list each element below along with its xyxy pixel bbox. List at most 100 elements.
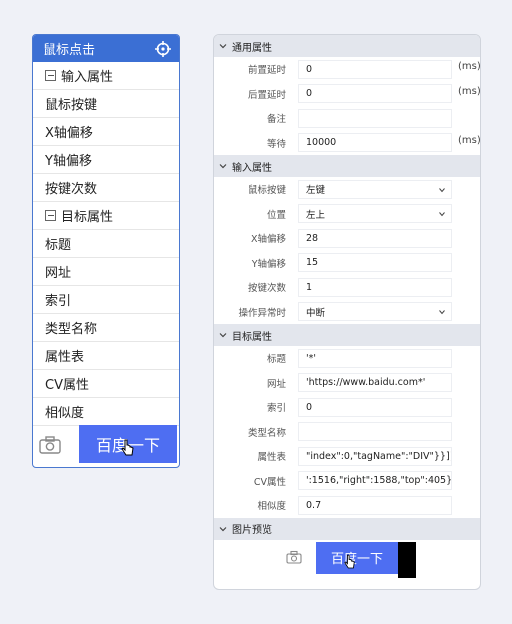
property-value: 左上	[306, 209, 326, 221]
property-value: "index":0,"tagName":"DIV"}}]}	[306, 450, 452, 462]
unit-label: (ms)	[458, 61, 481, 72]
node-group-row[interactable]: 目标属性	[33, 202, 179, 230]
property-row: 位置 左上	[214, 202, 480, 227]
crosshair-icon[interactable]	[155, 40, 171, 57]
property-label: 位置	[266, 209, 286, 221]
node-row-label: 索引	[45, 294, 72, 309]
property-input[interactable]	[298, 108, 452, 128]
node-row-label: 输入属性	[61, 70, 114, 85]
property-value: 10000	[306, 137, 337, 149]
node-title: 鼠标点击	[43, 43, 96, 58]
property-input[interactable]: 0	[298, 84, 452, 104]
property-label: CV属性	[253, 476, 286, 488]
property-value: 1	[306, 281, 313, 293]
property-row: 等待 10000 (ms)	[214, 131, 480, 156]
property-input[interactable]: 'https://www.baidu.com*'	[298, 373, 452, 393]
node-preview: 百度一下	[33, 425, 179, 467]
property-input[interactable]: '*'	[298, 348, 452, 368]
node-field-row[interactable]: 索引	[33, 286, 179, 314]
property-label: 类型名称	[247, 427, 286, 439]
chevron-down-icon[interactable]	[218, 161, 228, 171]
property-value: 28	[306, 232, 319, 244]
cursor-icon	[121, 439, 134, 456]
node-field-row[interactable]: 属性表	[33, 342, 179, 370]
property-input[interactable]: "index":0,"tagName":"DIV"}}]}	[298, 446, 452, 466]
collapse-icon[interactable]	[45, 70, 56, 81]
node-field-row[interactable]: 相似度	[33, 398, 179, 426]
node-row-label: 按键次数	[45, 182, 98, 197]
property-row: 相似度 0.7	[214, 493, 480, 518]
property-label: 前置延时	[247, 65, 286, 77]
property-select[interactable]: 中断	[298, 302, 452, 322]
property-value: 0	[306, 63, 313, 75]
property-value: 'https://www.baidu.com*'	[306, 377, 426, 389]
property-input[interactable]: 0	[298, 59, 452, 79]
property-label: 网址	[266, 378, 286, 390]
property-label: 标题	[266, 354, 286, 366]
node-group-row[interactable]: 输入属性	[33, 62, 179, 90]
section-header[interactable]: 通用属性	[214, 35, 480, 57]
property-row: 类型名称	[214, 420, 480, 445]
property-label: 操作异常时	[238, 307, 286, 319]
node-field-row[interactable]: 标题	[33, 230, 179, 258]
property-input[interactable]: 0.7	[298, 495, 452, 515]
property-row: 网址 'https://www.baidu.com*'	[214, 371, 480, 396]
property-row: 前置延时 0 (ms)	[214, 57, 480, 82]
property-label: 按键次数	[247, 283, 286, 295]
node-field-row[interactable]: 类型名称	[33, 314, 179, 342]
section-header[interactable]: 输入属性	[214, 155, 480, 177]
section-title: 输入属性	[232, 162, 272, 174]
section-title: 通用属性	[232, 42, 272, 54]
property-row: 索引 0	[214, 395, 480, 420]
property-row: 鼠标按键 左键	[214, 177, 480, 202]
property-label: 等待	[266, 138, 286, 150]
chevron-down-icon	[439, 187, 445, 193]
property-input[interactable]: 10000	[298, 133, 452, 153]
mouse-click-node[interactable]: 鼠标点击 输入属性鼠标按键 X轴偏移 Y轴偏移按键次数目标属性标题网址索引类型名称属…	[32, 34, 180, 468]
property-input[interactable]: 1	[298, 277, 452, 297]
section-title: 图片预览	[232, 525, 272, 536]
property-select[interactable]: 左上	[298, 204, 452, 224]
node-header[interactable]: 鼠标点击	[33, 35, 179, 62]
property-value: 0.7	[306, 499, 322, 511]
preview-button-label: 百度一下	[330, 552, 383, 567]
node-field-row[interactable]: 鼠标按键	[33, 90, 179, 118]
node-row-label: 标题	[45, 238, 72, 253]
node-field-row[interactable]: X轴偏移	[33, 118, 179, 146]
preview-image-baidu-button: 百度一下	[316, 541, 398, 574]
property-label: 鼠标按键	[247, 185, 286, 197]
node-field-row[interactable]: 按键次数	[33, 174, 179, 202]
node-field-row[interactable]: 网址	[33, 258, 179, 286]
collapse-icon[interactable]	[45, 210, 56, 221]
chevron-down-icon[interactable]	[218, 41, 228, 51]
property-input[interactable]: 15	[298, 253, 452, 273]
property-value: 中断	[306, 307, 326, 319]
section-header[interactable]: 图片预览	[214, 517, 480, 540]
property-input[interactable]: ':1516,"right":1588,"top":405}}	[298, 471, 452, 491]
unit-label: (ms)	[458, 134, 481, 146]
property-row: 标题 '*'	[214, 346, 480, 371]
camera-icon[interactable]	[39, 435, 61, 455]
property-label: 后置延时	[247, 89, 286, 101]
preview-dark-region	[398, 541, 416, 578]
node-field-row[interactable]: Y轴偏移	[33, 146, 179, 174]
property-label: 属性表	[257, 452, 286, 464]
camera-icon[interactable]	[286, 550, 302, 564]
property-row: 属性表 "index":0,"tagName":"DIV"}}]}	[214, 444, 480, 469]
property-input[interactable]: 0	[298, 397, 452, 417]
property-value: 左键	[306, 185, 326, 197]
property-label: Y轴偏移	[251, 258, 286, 270]
chevron-down-icon	[439, 310, 445, 315]
chevron-down-icon[interactable]	[218, 524, 228, 534]
section-header[interactable]: 目标属性	[214, 324, 480, 346]
chevron-down-icon[interactable]	[218, 330, 228, 340]
cursor-icon	[344, 554, 355, 568]
property-input[interactable]: 28	[298, 228, 452, 248]
property-row: 后置延时 0 (ms)	[214, 82, 480, 107]
property-row: Y轴偏移 15	[214, 251, 480, 276]
image-preview: 百度一下	[214, 540, 480, 584]
property-select[interactable]: 左键	[298, 179, 452, 199]
chevron-down-icon	[439, 212, 445, 217]
property-input[interactable]	[298, 422, 452, 442]
node-field-row[interactable]: CV属性	[33, 370, 179, 398]
